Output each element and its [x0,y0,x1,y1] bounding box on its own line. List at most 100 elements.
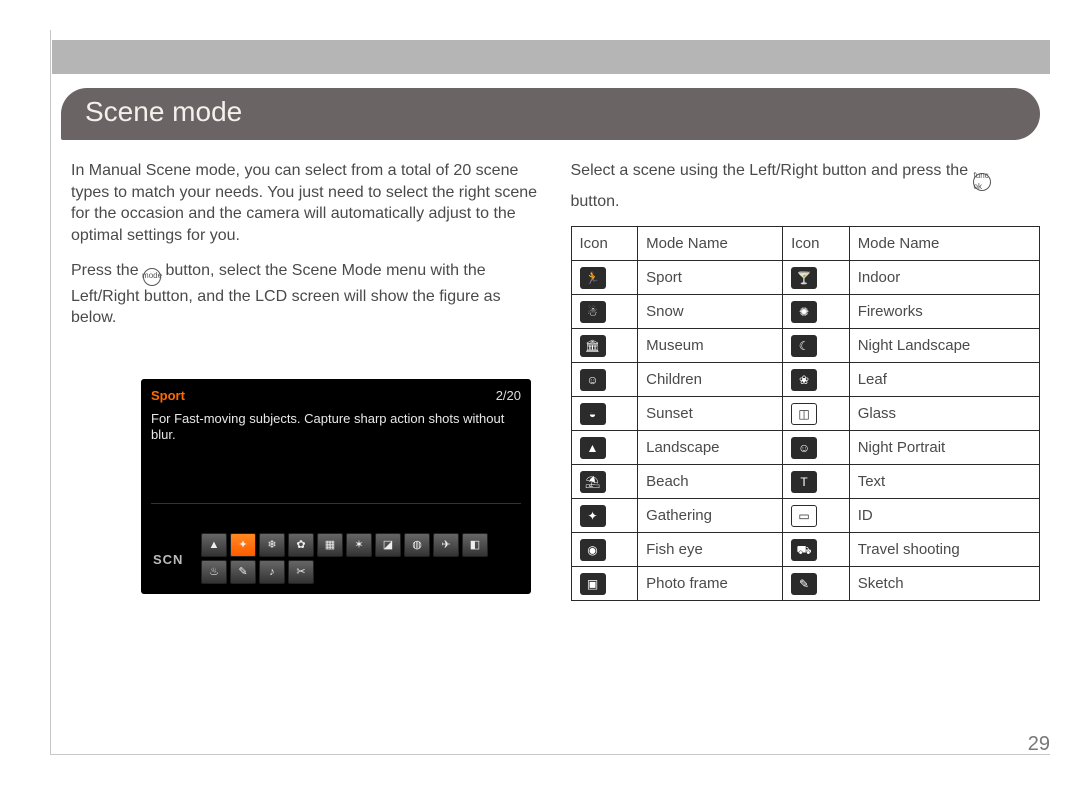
mode-name-cell: Leaf [849,363,1039,397]
func-ok-button-icon: func ok [973,173,991,191]
mode-icon-cell: ▣ [571,567,638,601]
mode-icon-cell: ▭ [783,499,850,533]
table-row: ▲ Landscape ☺ Night Portrait [571,431,1040,465]
mode-name-cell: Photo frame [638,567,783,601]
mode-icon: ▲ [580,437,606,459]
lcd-scn-label: SCN [153,551,183,569]
mode-icon-cell: ☺ [571,363,638,397]
table-header-row: Icon Mode Name Icon Mode Name [571,227,1040,261]
mode-icon-cell: ☾ [783,329,850,363]
table-row: ☺ Children❀Leaf [571,363,1040,397]
mode-icon-cell: 🏃 [571,261,638,295]
manual-page: Scene mode In Manual Scene mode, you can… [50,30,1050,755]
lcd-mode-tile: ▦ [317,533,343,557]
mode-icon-cell: ❀ [783,363,850,397]
table-row: ⛱ Beach T Text [571,465,1040,499]
table-row: ☃Snow✺Fireworks [571,295,1040,329]
table-row: 🏃Sport 🍸 Indoor [571,261,1040,295]
mode-icon: 🏛 [580,335,606,357]
mode-icon: ▭ [791,505,817,527]
table-row: ◉ Fish eye ⛟ Travel shooting [571,533,1040,567]
mode-icon-cell: 🍸 [783,261,850,295]
mode-name-cell: Text [849,465,1039,499]
mode-icon: ☾ [791,335,817,357]
mode-icon-cell: ⛟ [783,533,850,567]
section-title-pill: Scene mode [61,88,1040,140]
lcd-mode-grid: ▲✦❄✿▦✶◪◍✈◧♨✎♪✂ [201,533,488,584]
lcd-mode-tile: ✈ [433,533,459,557]
mode-name-cell: Children [638,363,783,397]
lcd-header: Sport 2/20 [151,387,521,405]
mode-icon-cell: ◉ [571,533,638,567]
mode-icon: ◫ [791,403,817,425]
page-number: 29 [1028,733,1050,756]
mode-icon-cell: ✦ [571,499,638,533]
section-title: Scene mode [85,96,242,127]
intro-paragraph-2: Press the mode button, select the Scene … [71,260,541,329]
mode-name-cell: Museum [638,329,783,363]
mode-name-cell: Beach [638,465,783,499]
mode-icon: ⛱ [580,471,606,493]
mode-icon-cell: 🏛 [571,329,638,363]
lcd-mode-tile: ✎ [230,560,256,584]
mode-icon-cell: ▲ [571,431,638,465]
mode-icon: ◒ [580,403,606,425]
lcd-mode-tile: ◪ [375,533,401,557]
mode-name-cell: ID [849,499,1039,533]
table-row: ✦ Gathering ▭ ID [571,499,1040,533]
lcd-mode-tile: ◧ [462,533,488,557]
mode-name-cell: Snow [638,295,783,329]
lcd-description: For Fast-moving subjects. Capture sharp … [151,411,521,444]
col-icon-2: Icon [783,227,850,261]
mode-name-cell: Sport [638,261,783,295]
lcd-mode-tile: ♪ [259,560,285,584]
mode-icon-cell: ☃ [571,295,638,329]
mode-button-icon: mode [143,268,161,286]
intro-paragraph-1: In Manual Scene mode, you can select fro… [71,160,541,246]
col-icon-1: Icon [571,227,638,261]
lcd-mode-tile: ♨ [201,560,227,584]
mode-icon-cell: ☺ [783,431,850,465]
header-grey-band [52,40,1050,74]
mode-name-cell: Indoor [849,261,1039,295]
mode-name-cell: Sunset [638,397,783,431]
lcd-mode-tile: ▲ [201,533,227,557]
lcd-divider [151,503,521,504]
lcd-mode-tile: ✂ [288,560,314,584]
content-columns: In Manual Scene mode, you can select fro… [71,160,1040,724]
lcd-mode-tile: ✦ [230,533,256,557]
table-row: 🏛Museum☾Night Landscape [571,329,1040,363]
mode-icon-cell: ◒ [571,397,638,431]
mode-name-cell: Gathering [638,499,783,533]
mode-name-cell: Fish eye [638,533,783,567]
lcd-mode-tile: ❄ [259,533,285,557]
mode-name-cell: Night Portrait [849,431,1039,465]
select-instruction: Select a scene using the Left/Right butt… [571,160,1041,212]
lcd-preview: Sport 2/20 For Fast-moving subjects. Cap… [141,379,531,594]
col-mode-2: Mode Name [849,227,1039,261]
mode-icon: ◉ [580,539,606,561]
right-column: Select a scene using the Left/Right butt… [571,160,1041,724]
mode-icon-cell: ⛱ [571,465,638,499]
mode-icon-cell: T [783,465,850,499]
mode-icon-cell: ✺ [783,295,850,329]
mode-icon: T [791,471,817,493]
lcd-mode-tile: ◍ [404,533,430,557]
mode-icon: ✎ [791,573,817,595]
mode-icon: 🍸 [791,267,817,289]
table-row: ◒Sunset◫Glass [571,397,1040,431]
mode-icon: ✦ [580,505,606,527]
mode-name-cell: Sketch [849,567,1039,601]
mode-icon: ⛟ [791,539,817,561]
mode-icon: ☺ [580,369,606,391]
mode-name-cell: Travel shooting [849,533,1039,567]
mode-icon: ☃ [580,301,606,323]
mode-icon: ☺ [791,437,817,459]
mode-name-cell: Landscape [638,431,783,465]
lcd-counter: 2/20 [496,387,521,405]
left-column: In Manual Scene mode, you can select fro… [71,160,541,724]
mode-icon-cell: ✎ [783,567,850,601]
table-row: ▣Photo frame ✎ Sketch [571,567,1040,601]
scene-mode-table: Icon Mode Name Icon Mode Name 🏃Sport 🍸 Ind… [571,226,1041,601]
mode-icon: ✺ [791,301,817,323]
